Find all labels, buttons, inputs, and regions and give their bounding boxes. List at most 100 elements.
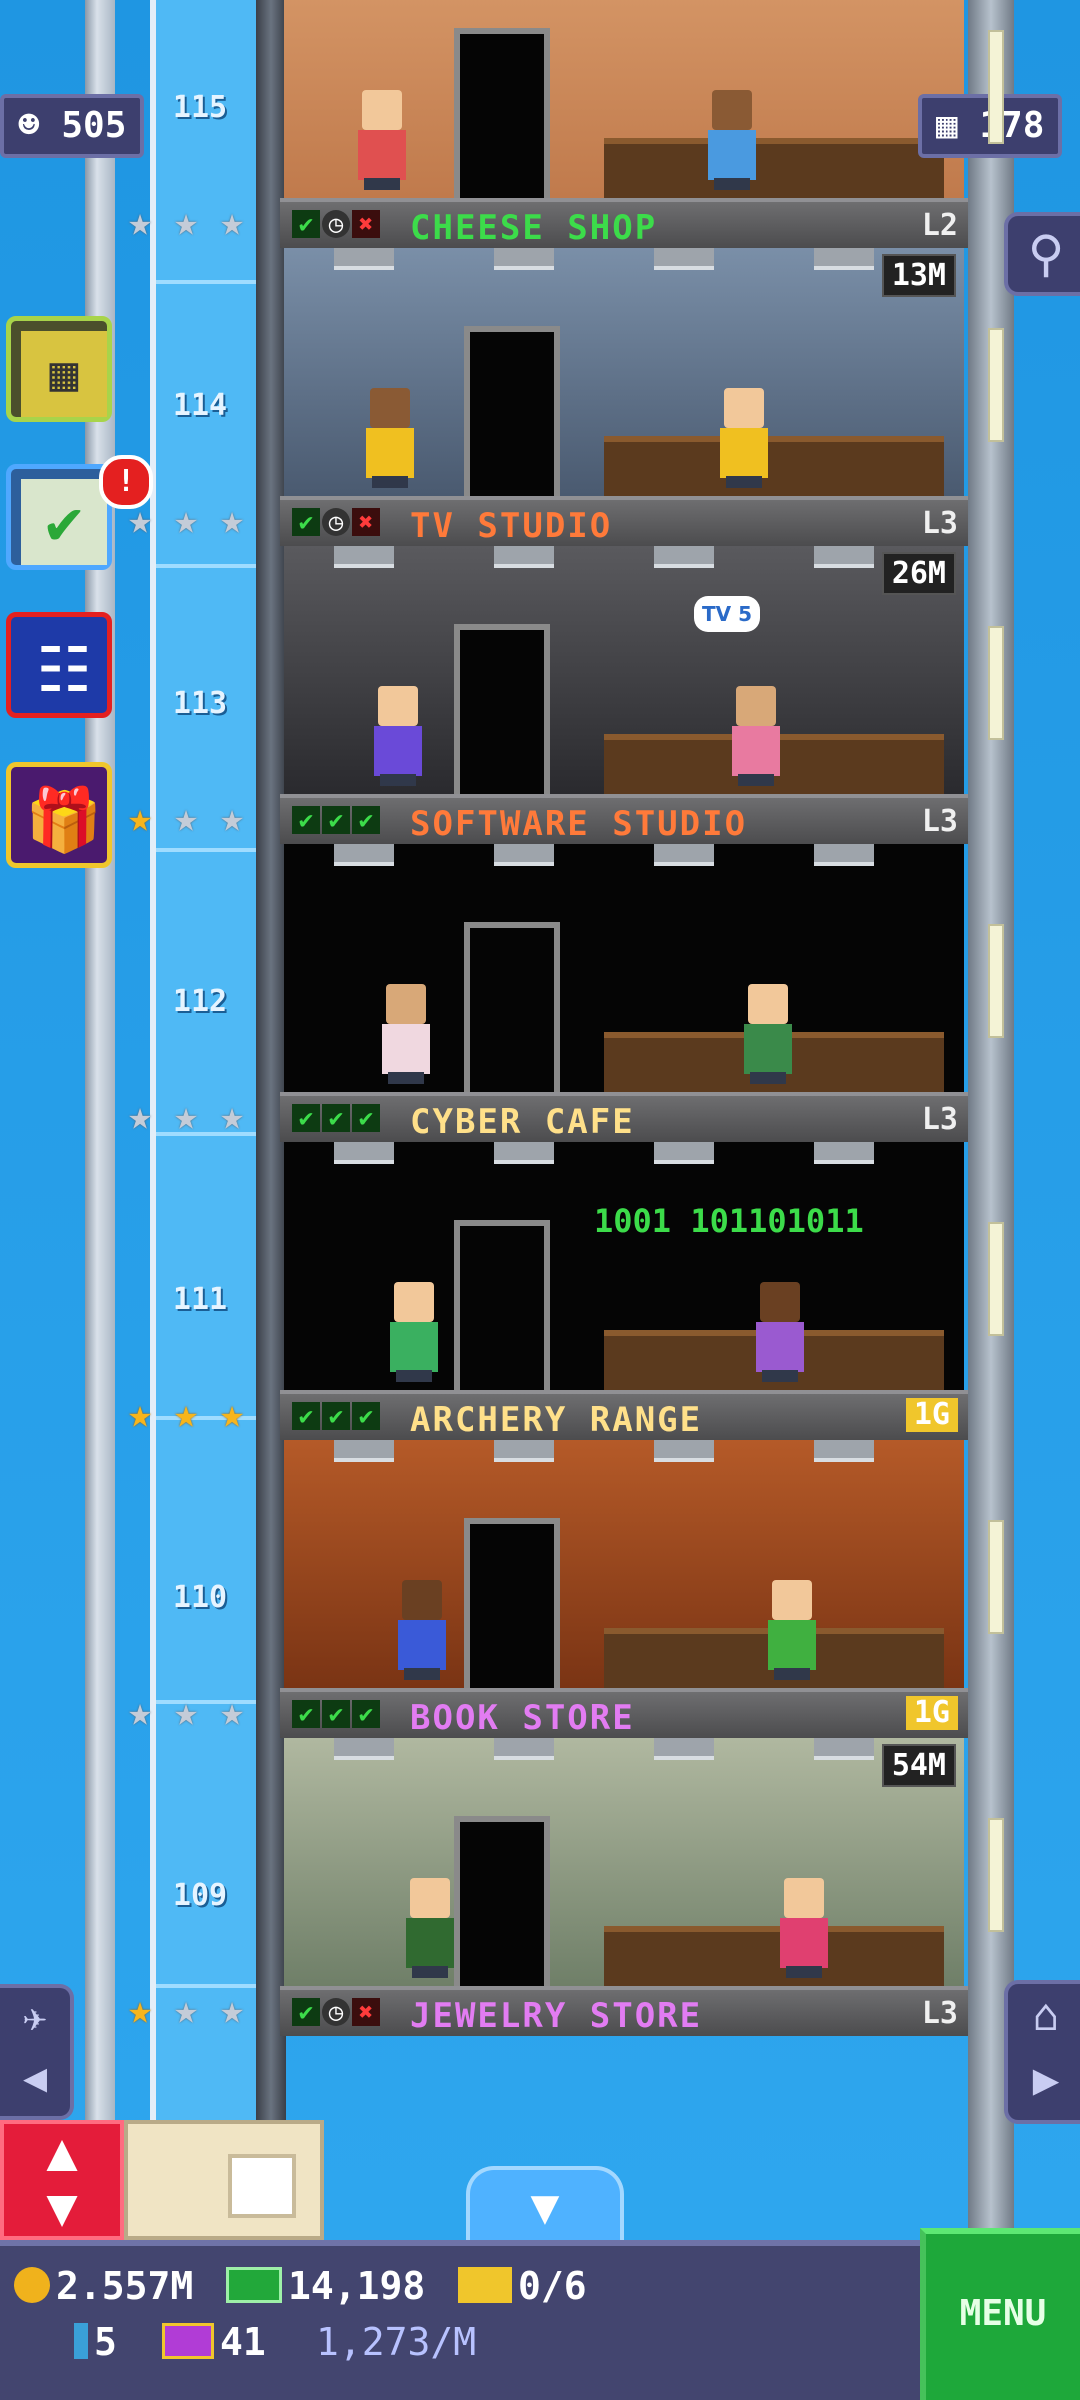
ceiling-lamp — [814, 844, 874, 866]
elevator-door[interactable] — [464, 922, 560, 1098]
floor-112[interactable]: ✔ ✔ ✔ CYBER CAFE L3 — [280, 844, 968, 1142]
floor-113[interactable]: TV 5 ✔ ✔ ✔ SOFTWARE STUDIO L3 26M — [280, 546, 968, 844]
floor-115[interactable]: ✔◷✖CHEESE SHOPL2< 1M — [280, 0, 968, 248]
stock-status: ✔ ✔ ✔ — [292, 1104, 380, 1132]
menu-button[interactable]: MENU — [920, 2228, 1080, 2400]
elevator-door[interactable] — [464, 1518, 560, 1694]
resident-person[interactable] — [354, 90, 410, 190]
star-icon: ★ — [219, 1391, 245, 1437]
star-icon: ★ — [127, 497, 153, 543]
ceiling-lamp — [494, 248, 554, 270]
elevator-door[interactable] — [464, 326, 560, 502]
floor-status-bar[interactable]: ✔ ✔ ✔ CYBER CAFE L3 — [280, 1092, 968, 1142]
person-legs — [396, 1370, 432, 1382]
elevator-door[interactable] — [454, 1816, 550, 1992]
resident-person[interactable] — [378, 984, 434, 1084]
floor-level: 1G — [905, 1398, 958, 1432]
elevator-door[interactable] — [454, 28, 550, 204]
room-interior[interactable]: TV 5 — [284, 546, 964, 800]
elevator-control-button[interactable]: ▲ ▼ — [0, 2120, 124, 2240]
resident-person[interactable] — [764, 1580, 820, 1680]
building-icon: ▦ — [936, 105, 958, 146]
floor-109[interactable]: ✔ ◷ ✖ JEWELRY STORE L3 54M — [280, 1738, 968, 2036]
floor-manager-button[interactable]: ▦ — [6, 316, 112, 422]
resident-person[interactable] — [394, 1580, 450, 1680]
person-body — [720, 428, 768, 478]
room-interior[interactable] — [284, 844, 964, 1098]
floor-status-bar[interactable]: ✔ ◷ ✖ CHEESE SHOP L2 — [280, 198, 968, 248]
room-interior[interactable] — [284, 1440, 964, 1694]
ceiling-lamp — [334, 1440, 394, 1462]
resident-person[interactable] — [386, 1282, 442, 1382]
ceiling-lamp — [654, 248, 714, 270]
coin-icon — [14, 2267, 50, 2303]
resident-person[interactable] — [740, 984, 796, 1084]
storage-crate-button[interactable] — [124, 2120, 324, 2240]
person-body — [732, 726, 780, 776]
person-legs — [774, 1668, 810, 1680]
ceiling-lamp — [814, 1440, 874, 1462]
binary-wall-text: 1001 101101011 — [594, 1202, 864, 1240]
floor-110[interactable]: ✔ ✔ ✔ BOOK STORE 1G — [280, 1440, 968, 1738]
elevator-door[interactable] — [454, 1220, 550, 1396]
gift-button[interactable]: 🎁 — [6, 762, 112, 868]
clock-icon: ◷ — [322, 1998, 350, 2026]
room-interior[interactable] — [284, 1738, 964, 1992]
bux-stat[interactable]: 14,198 — [226, 2264, 425, 2308]
floor-status-bar[interactable]: ✔ ◷ ✖ JEWELRY STORE L3 — [280, 1986, 968, 2036]
person-head — [386, 984, 426, 1024]
checkmark-icon: ✔ — [292, 1402, 320, 1430]
lobby-button[interactable]: ⌂ ▶ — [1004, 1980, 1080, 2124]
floor-status-bar[interactable]: ✔ ✔ ✔ ARCHERY RANGE 1G — [280, 1390, 968, 1440]
elevator-door[interactable] — [454, 624, 550, 800]
vip-stat[interactable]: 41 — [162, 2320, 266, 2364]
resident-person[interactable] — [402, 1878, 458, 1978]
person-head — [760, 1282, 800, 1322]
star-icon: ★ — [173, 1093, 199, 1139]
resident-person[interactable] — [362, 388, 418, 488]
floor-stars: ★ ★ ★ — [120, 500, 252, 540]
rail-light — [988, 1818, 1004, 1932]
person-legs — [738, 774, 774, 786]
arrow-up-icon: ▲ — [46, 2122, 78, 2182]
ceiling-lamp — [654, 1440, 714, 1462]
calendar-button[interactable]: ☷ — [6, 612, 112, 718]
floor-status-bar[interactable]: ✔ ✔ ✔ BOOK STORE 1G — [280, 1688, 968, 1738]
person-body — [366, 428, 414, 478]
crate-icon — [228, 2154, 296, 2218]
resident-person[interactable] — [752, 1282, 808, 1382]
resident-person[interactable] — [370, 686, 426, 786]
checkmark-icon: ✔ — [352, 1402, 380, 1430]
tickets-stat[interactable]: 0/6 — [458, 2264, 587, 2308]
person-body — [768, 1620, 816, 1670]
ceiling-lamp — [494, 1738, 554, 1760]
visitor-elevator-button[interactable]: ✈ ◀ — [0, 1984, 74, 2120]
population-counter[interactable]: ☻ 505 — [0, 94, 145, 158]
checkmark-icon: ✔ — [292, 1700, 320, 1728]
resident-person[interactable] — [728, 686, 784, 786]
room-interior[interactable] — [284, 0, 964, 204]
arrow-down-icon: ▼ — [46, 2178, 78, 2238]
floor-level: L3 — [921, 506, 958, 541]
coins-stat[interactable]: 2.557M — [14, 2264, 193, 2308]
room-interior[interactable] — [284, 248, 964, 502]
search-button[interactable]: ⚲ — [1004, 212, 1080, 296]
bux-icon — [226, 2267, 282, 2303]
resident-person[interactable] — [704, 90, 760, 190]
floor-114[interactable]: ✔ ◷ ✖ TV STUDIO L3 13M — [280, 248, 968, 546]
star-icon: ★ — [219, 795, 245, 841]
room-interior[interactable]: 1001 101101011 — [284, 1142, 964, 1396]
keys-stat[interactable]: 5 — [74, 2320, 117, 2364]
stock-status: ✔ ◷ ✖ — [292, 508, 380, 536]
stock-status: ✔ ✔ ✔ — [292, 1402, 380, 1430]
resident-person[interactable] — [776, 1878, 832, 1978]
scroll-down-button[interactable]: ▼ — [466, 2166, 624, 2244]
person-legs — [380, 774, 416, 786]
floor-111[interactable]: 1001 101101011 ✔ ✔ ✔ ARCHERY RANGE 1G — [280, 1142, 968, 1440]
vip-icon — [162, 2323, 214, 2359]
resident-person[interactable] — [716, 388, 772, 488]
missions-button[interactable]: ✔ ! — [6, 455, 153, 570]
floor-status-bar[interactable]: ✔ ◷ ✖ TV STUDIO L3 — [280, 496, 968, 546]
game-scene[interactable]: ✔◷✖CHEESE SHOPL2< 1M✔◷✖TV STUDIOL313MTV … — [0, 0, 1080, 2400]
floor-status-bar[interactable]: ✔ ✔ ✔ SOFTWARE STUDIO L3 — [280, 794, 968, 844]
